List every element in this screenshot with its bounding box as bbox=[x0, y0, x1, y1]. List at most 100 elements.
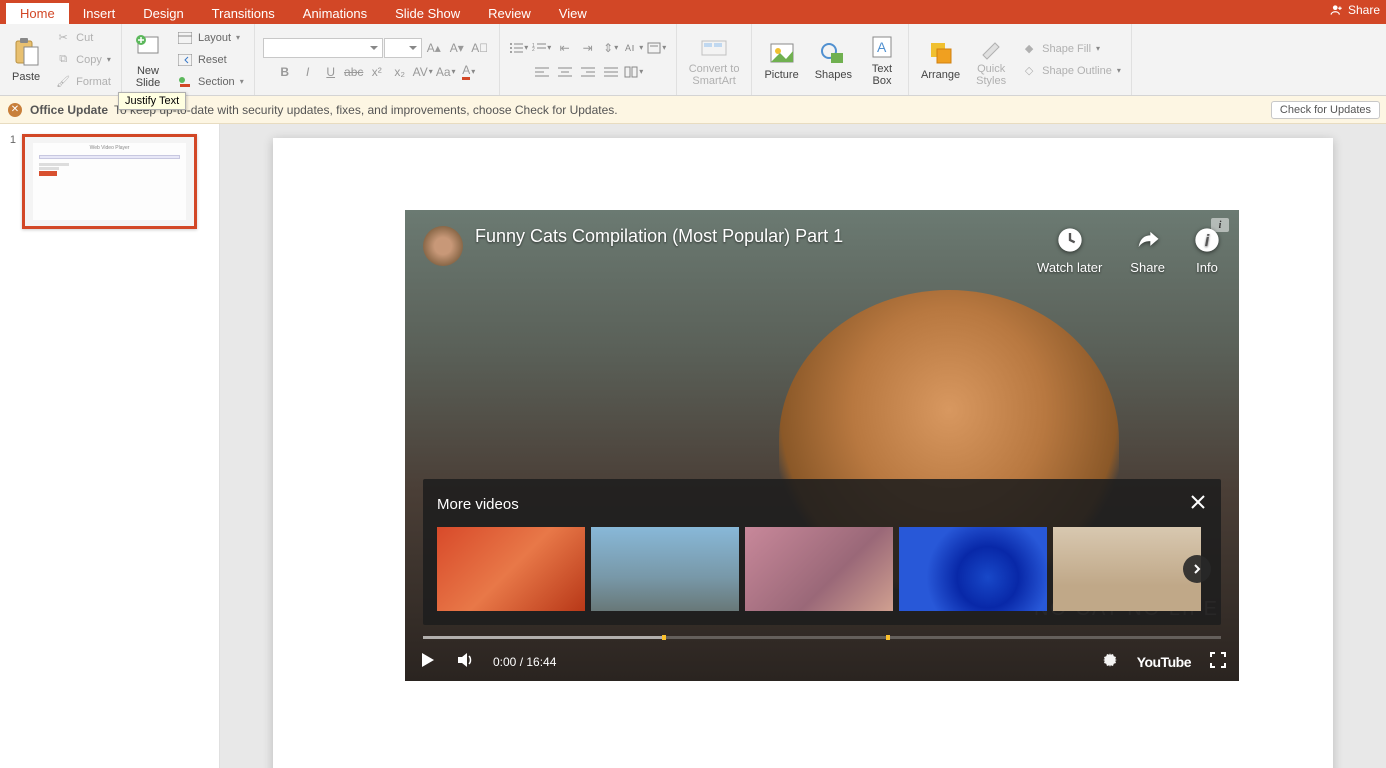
font-size-select[interactable] bbox=[384, 38, 422, 58]
convert-smartart-button[interactable]: Convert to SmartArt bbox=[683, 31, 746, 89]
suggested-video-5[interactable] bbox=[1053, 527, 1201, 611]
suggested-video-2[interactable] bbox=[591, 527, 739, 611]
insert-group: Picture Shapes AText Box bbox=[752, 24, 909, 95]
numbering-icon: 12 bbox=[532, 42, 546, 54]
align-left-button[interactable] bbox=[531, 62, 553, 82]
font-color-button[interactable]: A▾ bbox=[458, 62, 480, 82]
tab-transitions[interactable]: Transitions bbox=[198, 3, 289, 24]
video-share-button[interactable]: Share bbox=[1130, 226, 1165, 275]
video-progress-bar[interactable] bbox=[423, 636, 1221, 639]
italic-button[interactable]: I bbox=[297, 62, 319, 82]
reset-button[interactable]: Reset bbox=[172, 50, 231, 70]
align-text-icon bbox=[647, 42, 661, 54]
bullets-button[interactable]: ▾ bbox=[508, 38, 530, 58]
video-title[interactable]: Funny Cats Compilation (Most Popular) Pa… bbox=[475, 226, 843, 247]
check-updates-button[interactable]: Check for Updates bbox=[1271, 101, 1380, 119]
tab-slideshow[interactable]: Slide Show bbox=[381, 3, 474, 24]
clear-formatting-button[interactable]: A⃠ bbox=[469, 38, 491, 58]
shape-fill-button[interactable]: ◆Shape Fill▾ bbox=[1016, 39, 1104, 59]
close-icon bbox=[1189, 493, 1207, 511]
superscript-button[interactable]: x² bbox=[366, 62, 388, 82]
columns-button[interactable]: ▾ bbox=[623, 62, 645, 82]
picture-button[interactable]: Picture bbox=[758, 37, 804, 83]
youtube-logo-button[interactable]: YouTube bbox=[1137, 654, 1191, 670]
cut-button[interactable]: ✂Cut bbox=[50, 28, 97, 48]
align-right-button[interactable] bbox=[577, 62, 599, 82]
fullscreen-button[interactable] bbox=[1209, 651, 1227, 672]
arrange-icon bbox=[927, 39, 955, 67]
subscript-button[interactable]: x₂ bbox=[389, 62, 411, 82]
slide-thumbnail-1[interactable]: Web Video Player bbox=[22, 134, 197, 229]
play-button[interactable] bbox=[417, 650, 437, 673]
suggested-video-4[interactable] bbox=[899, 527, 1047, 611]
layout-icon bbox=[176, 29, 194, 47]
tab-insert[interactable]: Insert bbox=[69, 3, 130, 24]
paste-button[interactable]: Paste bbox=[6, 35, 46, 85]
tab-design[interactable]: Design bbox=[129, 3, 197, 24]
tab-view[interactable]: View bbox=[545, 3, 601, 24]
chevron-right-icon bbox=[1191, 563, 1203, 575]
font-group: A▴ A▾ A⃠ B I U abc x² x₂ AV▾ Aa▾ A▾ bbox=[255, 24, 500, 95]
volume-button[interactable] bbox=[455, 650, 475, 673]
layout-button[interactable]: Layout▾ bbox=[172, 28, 244, 48]
justify-button[interactable] bbox=[600, 62, 622, 82]
arrange-button[interactable]: Arrange bbox=[915, 37, 966, 83]
quick-styles-button[interactable]: Quick Styles bbox=[970, 31, 1012, 89]
suggested-video-1[interactable] bbox=[437, 527, 585, 611]
channel-avatar-icon[interactable] bbox=[423, 226, 463, 266]
underline-button[interactable]: U bbox=[320, 62, 342, 82]
tab-animations[interactable]: Animations bbox=[289, 3, 381, 24]
format-painter-button[interactable]: 🖌Format bbox=[50, 72, 115, 92]
paste-label: Paste bbox=[12, 71, 40, 83]
tab-review[interactable]: Review bbox=[474, 3, 545, 24]
section-button[interactable]: Section▾ bbox=[172, 72, 248, 92]
text-direction-button[interactable]: A▾ bbox=[623, 38, 645, 58]
buffered-segment bbox=[423, 636, 662, 639]
share-label: Share bbox=[1348, 3, 1380, 17]
tab-home[interactable]: Home bbox=[6, 3, 69, 24]
textbox-icon: A bbox=[868, 33, 896, 61]
decrease-indent-button[interactable]: ⇤ bbox=[554, 38, 576, 58]
slides-group: New Slide Layout▾ Reset Section▾ bbox=[122, 24, 255, 95]
embedded-video-player[interactable]: NO CAT NO LIFE i Funny Cats Compilation … bbox=[405, 210, 1239, 681]
textbox-button[interactable]: AText Box bbox=[862, 31, 902, 89]
shape-outline-button[interactable]: ◇Shape Outline▾ bbox=[1016, 61, 1125, 81]
ribbon-tabbar: Home Insert Design Transitions Animation… bbox=[0, 0, 1386, 24]
ribbon: Paste ✂Cut ⧉Copy▾ 🖌Format New Slide Layo… bbox=[0, 24, 1386, 96]
copy-button[interactable]: ⧉Copy▾ bbox=[50, 50, 115, 70]
gear-icon bbox=[1101, 651, 1119, 669]
suggested-video-3[interactable] bbox=[745, 527, 893, 611]
volume-icon bbox=[455, 650, 475, 670]
video-info-button[interactable]: i Info bbox=[1193, 226, 1221, 275]
shape-outline-icon: ◇ bbox=[1020, 62, 1038, 80]
numbering-button[interactable]: 12▾ bbox=[531, 38, 553, 58]
shapes-button[interactable]: Shapes bbox=[809, 37, 858, 83]
settings-button[interactable] bbox=[1101, 651, 1119, 672]
increase-font-button[interactable]: A▴ bbox=[423, 38, 445, 58]
share-arrow-icon bbox=[1134, 226, 1162, 254]
svg-text:A: A bbox=[625, 43, 631, 53]
bold-button[interactable]: B bbox=[274, 62, 296, 82]
slide[interactable]: NO CAT NO LIFE i Funny Cats Compilation … bbox=[273, 138, 1333, 768]
character-spacing-button[interactable]: AV▾ bbox=[412, 62, 434, 82]
align-text-button[interactable]: ▾ bbox=[646, 38, 668, 58]
notification-body: To keep up-to-date with security updates… bbox=[114, 103, 618, 117]
format-icon: 🖌 bbox=[54, 73, 72, 91]
align-center-button[interactable] bbox=[554, 62, 576, 82]
chapter-marker bbox=[886, 635, 890, 640]
more-videos-close-button[interactable] bbox=[1189, 493, 1207, 515]
line-spacing-button[interactable]: ⇕▾ bbox=[600, 38, 622, 58]
font-name-select[interactable] bbox=[263, 38, 383, 58]
change-case-button[interactable]: Aa▾ bbox=[435, 62, 457, 82]
watch-later-button[interactable]: Watch later bbox=[1037, 226, 1102, 275]
decrease-font-button[interactable]: A▾ bbox=[446, 38, 468, 58]
increase-indent-button[interactable]: ⇥ bbox=[577, 38, 599, 58]
notification-close-icon[interactable]: ✕ bbox=[8, 103, 22, 117]
share-button[interactable]: Share bbox=[1330, 3, 1380, 17]
new-slide-button[interactable]: New Slide bbox=[128, 29, 168, 91]
paste-icon bbox=[12, 37, 40, 69]
notification-bar: ✕ Office Update To keep up-to-date with … bbox=[0, 96, 1386, 124]
strikethrough-button[interactable]: abc bbox=[343, 62, 365, 82]
more-videos-next-button[interactable] bbox=[1183, 555, 1211, 583]
more-videos-panel: More videos bbox=[423, 479, 1221, 625]
